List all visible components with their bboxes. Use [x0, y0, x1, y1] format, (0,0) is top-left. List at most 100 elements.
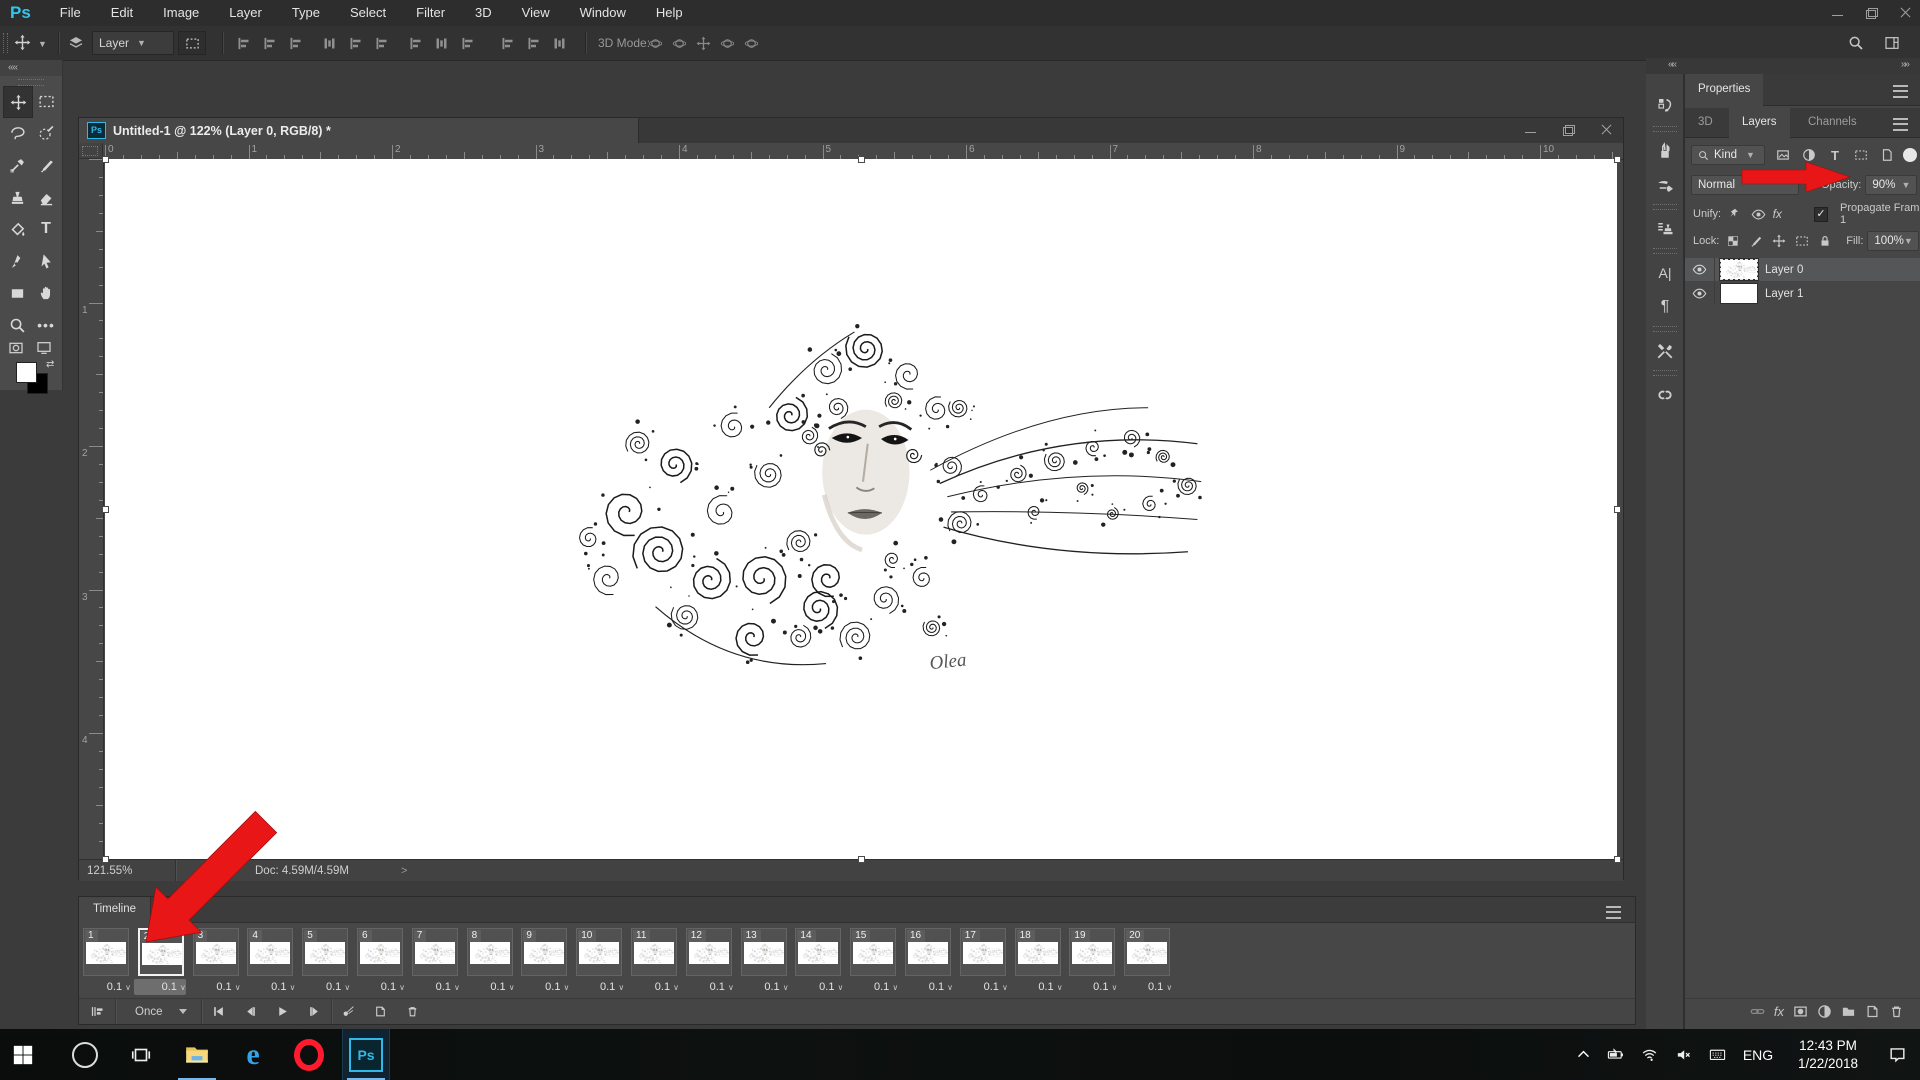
auto-select-dropdown[interactable]: Layer ▼: [92, 31, 174, 55]
timeline-frame-19[interactable]: 19: [1069, 928, 1116, 976]
dock-grip[interactable]: [1653, 326, 1677, 332]
menu-window[interactable]: Window: [565, 0, 641, 26]
layer-thumbnail[interactable]: [1720, 259, 1758, 280]
propagate-checkbox[interactable]: ✓: [1813, 206, 1828, 222]
clone-stamp-tool[interactable]: [3, 182, 31, 212]
timeline-frame-8[interactable]: 8: [466, 928, 513, 976]
filter-type-icon[interactable]: T: [1823, 145, 1847, 165]
filter-smart-object-icon[interactable]: [1875, 145, 1899, 165]
3d-slide-icon[interactable]: [720, 36, 735, 51]
rectangle-tool[interactable]: [3, 278, 31, 308]
layer-row-layer-0[interactable]: Layer 0: [1685, 258, 1920, 281]
align-button-9[interactable]: [460, 36, 475, 51]
align-button-5[interactable]: [348, 36, 363, 51]
tool-preset-chevron-icon[interactable]: ▼: [38, 39, 47, 49]
align-button-12[interactable]: [552, 36, 567, 51]
start-button[interactable]: [0, 1029, 46, 1080]
align-button-7[interactable]: [408, 36, 423, 51]
frame-duration-dropdown[interactable]: 0.1 ∨: [133, 979, 186, 995]
transform-handle[interactable]: [102, 856, 109, 863]
frame-duration-dropdown[interactable]: 0.1 ∨: [243, 979, 295, 995]
history-panel-icon[interactable]: [1646, 88, 1684, 122]
align-button-1[interactable]: [236, 36, 251, 51]
tab-properties[interactable]: Properties: [1685, 74, 1764, 106]
filter-adjustment-icon[interactable]: [1797, 145, 1821, 165]
menu-layer[interactable]: Layer: [214, 0, 277, 26]
first-frame-button[interactable]: [203, 999, 235, 1024]
collapse-panels-icon[interactable]: »»: [1901, 59, 1910, 70]
menu-edit[interactable]: Edit: [96, 0, 148, 26]
toolbar-grip[interactable]: [18, 79, 44, 86]
layers-menu-icon[interactable]: [1893, 118, 1908, 131]
foreground-color-swatch[interactable]: [16, 362, 37, 383]
tab-channels[interactable]: Channels: [1795, 108, 1870, 138]
quick-mask-button[interactable]: [8, 340, 24, 356]
opera-button[interactable]: [286, 1029, 332, 1080]
lasso-tool[interactable]: [3, 118, 31, 148]
next-frame-button[interactable]: [299, 999, 331, 1024]
volume-muted-icon[interactable]: [1666, 1029, 1700, 1080]
canvas[interactable]: [105, 159, 1617, 859]
tab-layers[interactable]: Layers: [1729, 108, 1790, 138]
new-layer-icon[interactable]: [1865, 1004, 1880, 1019]
properties-menu-icon[interactable]: [1893, 85, 1908, 98]
adjustment-layer-icon[interactable]: [1817, 1004, 1832, 1019]
transform-handle[interactable]: [1614, 856, 1621, 863]
frame-duration-dropdown[interactable]: 0.1 ∨: [463, 979, 514, 995]
horizontal-ruler[interactable]: 0 1 2 3 4 5 6 7 8 9 10: [79, 143, 1623, 160]
unify-visibility-icon[interactable]: [1750, 204, 1767, 224]
loop-option-dropdown[interactable]: Once: [117, 999, 201, 1024]
filter-kind-dropdown[interactable]: Kind ▼: [1691, 145, 1765, 165]
fill-field[interactable]: 100% ▼: [1867, 231, 1920, 251]
character-panel-icon[interactable]: A|: [1646, 256, 1684, 290]
filter-shape-icon[interactable]: [1849, 145, 1873, 165]
document-tab[interactable]: Ps Untitled-1 @ 122% (Layer 0, RGB/8) *: [79, 118, 639, 143]
delete-frame-button[interactable]: [397, 999, 429, 1024]
type-tool[interactable]: T: [32, 214, 60, 244]
paragraph-panel-icon[interactable]: ¶: [1646, 290, 1684, 324]
brush-settings-panel-icon[interactable]: [1646, 168, 1684, 202]
opacity-field[interactable]: 90% ▼: [1865, 175, 1918, 195]
blend-mode-dropdown[interactable]: Normal: [1691, 175, 1799, 195]
frame-duration-dropdown[interactable]: 0.1 ∨: [627, 979, 679, 995]
menu-view[interactable]: View: [507, 0, 565, 26]
frame-duration-dropdown[interactable]: 0.1 ∨: [846, 979, 898, 995]
workspace-switcher-icon[interactable]: [1884, 35, 1900, 51]
frame-duration-dropdown[interactable]: 0.1 ∨: [189, 979, 240, 995]
layer-visibility-eye-icon[interactable]: [1685, 258, 1715, 281]
align-button-3[interactable]: [288, 36, 303, 51]
timeline-frame-7[interactable]: 7: [411, 928, 458, 976]
battery-icon[interactable]: [1598, 1029, 1632, 1080]
toolbar-collapse-chevron[interactable]: ««: [0, 60, 62, 76]
timeline-frame-14[interactable]: 14: [795, 928, 842, 976]
previous-frame-button[interactable]: [235, 999, 267, 1024]
paint-bucket-tool[interactable]: [3, 214, 31, 244]
timeline-menu-icon[interactable]: [1606, 906, 1621, 919]
rectangular-marquee-tool[interactable]: [32, 86, 60, 116]
task-view-button[interactable]: [118, 1029, 164, 1080]
filter-toggle-icon[interactable]: [1903, 148, 1917, 162]
align-button-2[interactable]: [262, 36, 277, 51]
frame-duration-dropdown[interactable]: 0.1 ∨: [737, 979, 788, 995]
frame-duration-dropdown[interactable]: 0.1 ∨: [298, 979, 350, 995]
close-icon[interactable]: [1900, 8, 1912, 18]
timeline-frame-3[interactable]: 3: [192, 928, 239, 976]
timeline-frame-18[interactable]: 18: [1014, 928, 1061, 976]
align-button-8[interactable]: [434, 36, 449, 51]
touch-keyboard-icon[interactable]: [1700, 1029, 1734, 1080]
link-layers-icon[interactable]: [1750, 1004, 1765, 1019]
action-center-icon[interactable]: [1874, 1029, 1920, 1080]
transform-handle[interactable]: [858, 156, 865, 163]
timeline-tab[interactable]: Timeline: [79, 897, 152, 923]
align-button-11[interactable]: [526, 36, 541, 51]
cortana-button[interactable]: [62, 1029, 108, 1080]
3d-orbit-icon[interactable]: [648, 36, 663, 51]
convert-to-video-timeline-button[interactable]: [79, 999, 115, 1024]
doc-maximize-icon[interactable]: [1563, 125, 1575, 136]
frame-duration-dropdown[interactable]: 0.1 ∨: [1120, 979, 1172, 995]
search-icon[interactable]: [1848, 35, 1864, 51]
transform-handle[interactable]: [1614, 506, 1621, 513]
frame-duration-dropdown[interactable]: 0.1 ∨: [353, 979, 405, 995]
unify-position-icon[interactable]: [1727, 204, 1744, 224]
timeline-frame-16[interactable]: 16: [905, 928, 951, 976]
